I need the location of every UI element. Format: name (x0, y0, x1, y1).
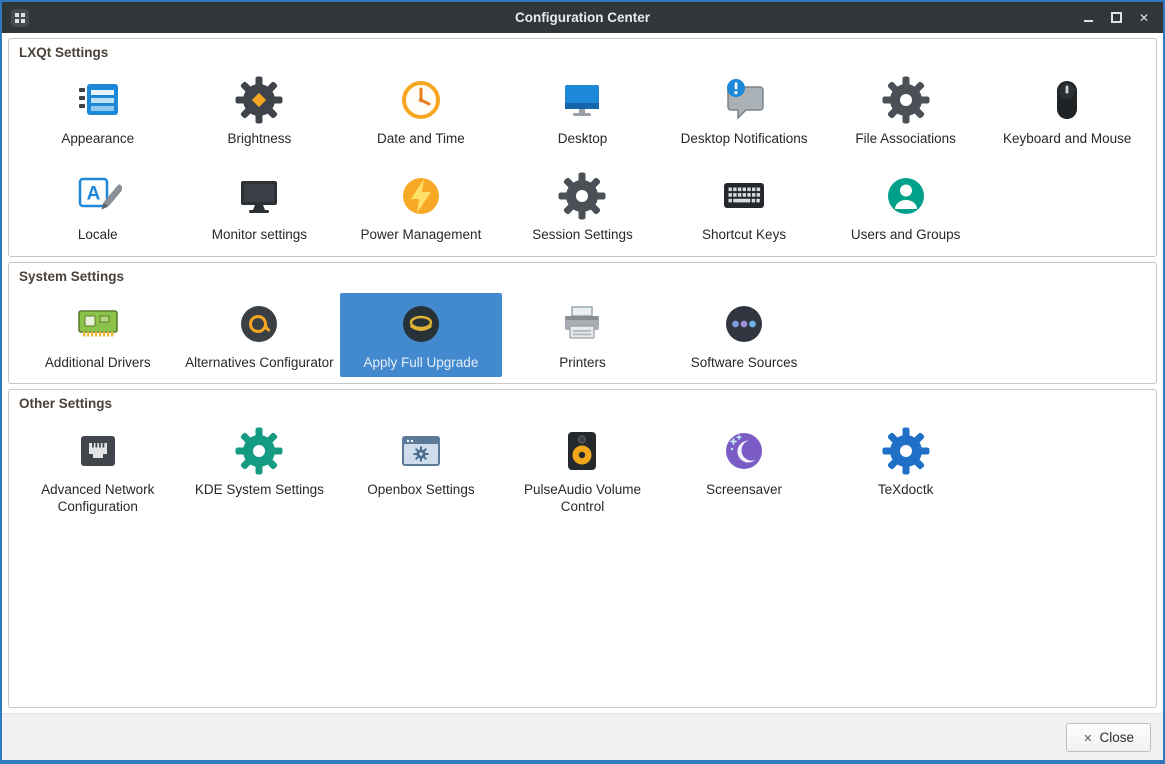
texdoctk-icon (882, 427, 930, 475)
launcher-label: Screensaver (706, 482, 782, 498)
software-sources-icon (720, 300, 768, 348)
launcher-label: Power Management (360, 227, 482, 243)
launcher-texdoctk[interactable]: TeXdoctk (825, 420, 987, 521)
launcher-desktop[interactable]: Desktop (502, 69, 664, 153)
launcher-appearance[interactable]: Appearance (17, 69, 179, 153)
minimize-icon (1083, 20, 1093, 22)
shortcut-keys-icon (720, 172, 768, 220)
launcher-alternatives-configurator[interactable]: Alternatives Configurator (179, 293, 341, 377)
launcher-label: TeXdoctk (877, 482, 934, 498)
openbox-settings-icon (397, 427, 445, 475)
launcher-label: Advanced Network Configuration (41, 482, 155, 514)
advanced-network-configuration-icon (74, 427, 122, 475)
configuration-center-app-icon (10, 8, 30, 28)
launcher-session-settings[interactable]: Session Settings (502, 165, 664, 249)
launcher-label: Users and Groups (850, 227, 961, 243)
alternatives-configurator-icon (235, 300, 283, 348)
svg-text:A: A (86, 184, 100, 205)
launcher-label: Date and Time (377, 131, 465, 146)
launcher-label: Apply Full Upgrade (363, 354, 479, 370)
additional-drivers-icon (74, 300, 122, 348)
launcher-pulseaudio-volume-control[interactable]: PulseAudio Volume Control (502, 420, 664, 521)
launcher-software-sources[interactable]: Software Sources (663, 293, 825, 377)
close-icon (1083, 730, 1092, 745)
keyboard-and-mouse-icon (1043, 76, 1091, 124)
section-title: System Settings (19, 268, 125, 284)
section-title: Other Settings (19, 396, 113, 412)
printers-icon (558, 300, 606, 348)
launcher-users-and-groups[interactable]: Users and Groups (825, 165, 987, 249)
maximize-icon (1110, 12, 1122, 23)
launcher-grid: Appearance Brightness Date and Time Desktop… (17, 69, 1148, 250)
launcher-label: Brightness (227, 131, 292, 146)
launcher-label: Openbox Settings (367, 482, 475, 498)
section-lxqt-settings: LXQt Settings Appearance Brightness Date an… (8, 38, 1157, 257)
file-associations-icon (882, 76, 930, 124)
launcher-label: Keyboard and Mouse (1003, 131, 1132, 146)
users-and-groups-icon (882, 172, 930, 220)
date-and-time-icon (397, 76, 445, 124)
power-management-icon (397, 172, 445, 220)
launcher-monitor-settings[interactable]: Monitor settings (179, 165, 341, 249)
launcher-label: Appearance (61, 131, 135, 146)
launcher-brightness[interactable]: Brightness (179, 69, 341, 153)
content-area: LXQt Settings Appearance Brightness Date an… (2, 33, 1163, 713)
kde-system-settings-icon (235, 427, 283, 475)
locale-icon: A (74, 172, 122, 220)
launcher-label: Alternatives Configurator (185, 354, 334, 370)
minimize-button[interactable] (1075, 2, 1101, 33)
window-controls (1075, 2, 1157, 33)
launcher-label: Locale (77, 227, 118, 243)
launcher-apply-full-upgrade[interactable]: Apply Full Upgrade (340, 292, 502, 378)
launcher-label: PulseAudio Volume Control (523, 482, 642, 514)
launcher-grid: Advanced Network Configuration KDE System… (17, 420, 1148, 521)
launcher-grid: Additional Drivers Alternatives Configura… (17, 292, 1148, 378)
close-dialog-button[interactable]: Close (1066, 722, 1151, 752)
launcher-label: Software Sources (690, 354, 798, 370)
window-title: Configuration Center (515, 10, 650, 25)
apply-full-upgrade-icon (397, 300, 445, 348)
section-title: LXQt Settings (19, 45, 109, 60)
section-other-settings: Other Settings Advanced Network Configura… (8, 389, 1157, 708)
titlebar[interactable]: Configuration Center (2, 2, 1163, 33)
appearance-icon (74, 76, 122, 124)
maximize-button[interactable] (1103, 2, 1129, 33)
section-system-settings: System Settings Additional Drivers Alterna… (8, 261, 1157, 385)
monitor-settings-icon (235, 172, 283, 220)
configuration-center-window: Configuration Center LXQt Settings Appear… (0, 0, 1165, 764)
launcher-date-and-time[interactable]: Date and Time (340, 69, 502, 153)
launcher-label: Monitor settings (211, 227, 307, 243)
launcher-additional-drivers[interactable]: Additional Drivers (17, 293, 179, 377)
launcher-file-associations[interactable]: File Associations (825, 69, 987, 153)
close-window-button[interactable] (1131, 2, 1157, 33)
launcher-label: Printers (559, 354, 606, 370)
desktop-notifications-icon (720, 76, 768, 124)
launcher-label: File Associations (855, 131, 956, 146)
launcher-label: Additional Drivers (44, 354, 151, 370)
close-icon (1139, 9, 1149, 27)
desktop-icon (558, 76, 606, 124)
launcher-power-management[interactable]: Power Management (340, 165, 502, 249)
launcher-label: Desktop Notifications (680, 131, 808, 146)
launcher-label: Session Settings (532, 227, 633, 243)
session-settings-icon (558, 172, 606, 220)
launcher-screensaver[interactable]: Screensaver (663, 420, 825, 521)
launcher-kde-system-settings[interactable]: KDE System Settings (179, 420, 341, 521)
screensaver-icon (720, 427, 768, 475)
launcher-locale[interactable]: A Locale (17, 165, 179, 249)
launcher-advanced-network-configuration[interactable]: Advanced Network Configuration (17, 420, 179, 521)
launcher-openbox-settings[interactable]: Openbox Settings (340, 420, 502, 521)
close-button-label: Close (1099, 729, 1134, 745)
brightness-icon (235, 76, 283, 124)
pulseaudio-volume-control-icon (558, 427, 606, 475)
launcher-label: Shortcut Keys (702, 227, 787, 243)
launcher-printers[interactable]: Printers (502, 293, 664, 377)
launcher-label: Desktop (557, 131, 608, 146)
launcher-keyboard-and-mouse[interactable]: Keyboard and Mouse (986, 69, 1148, 153)
launcher-shortcut-keys[interactable]: Shortcut Keys (663, 165, 825, 249)
launcher-label: KDE System Settings (194, 482, 324, 498)
footer-bar: Close (2, 713, 1163, 760)
launcher-desktop-notifications[interactable]: Desktop Notifications (663, 69, 825, 153)
